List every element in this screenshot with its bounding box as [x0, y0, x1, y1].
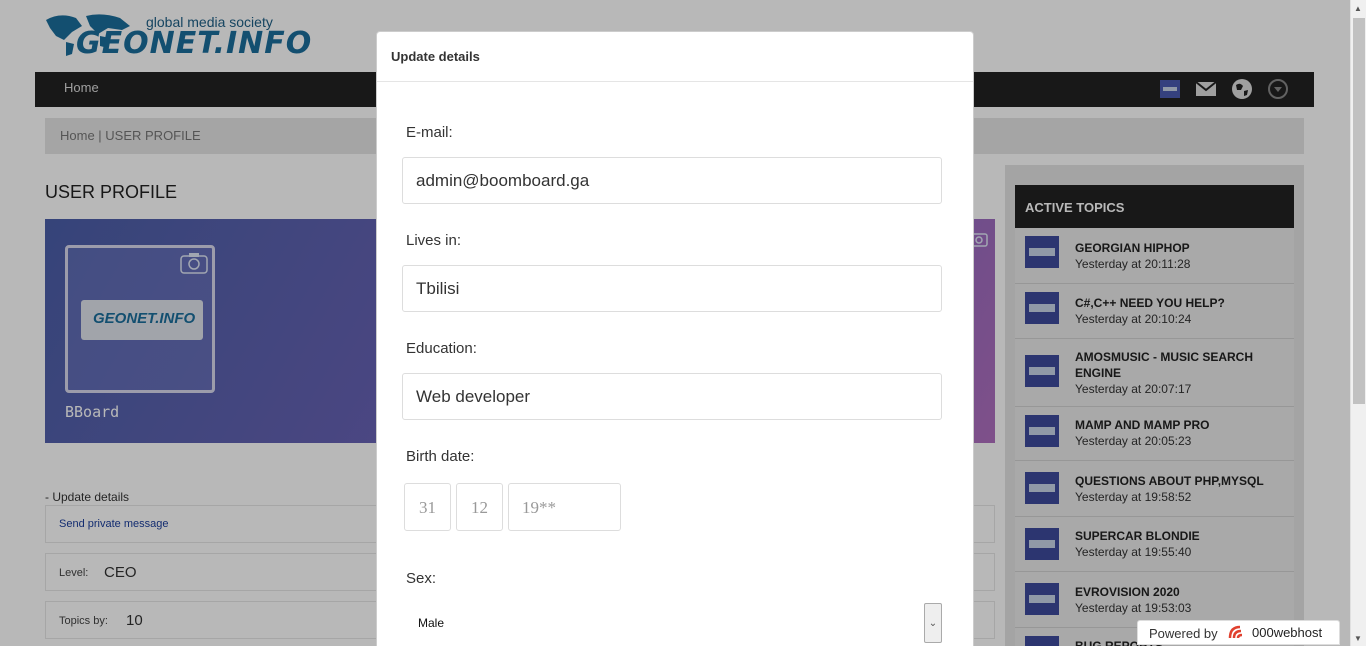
scroll-thumb[interactable] — [1353, 18, 1365, 404]
webhost-logo-icon — [1228, 625, 1243, 639]
update-details-modal: Update details E-mail: Lives in: Educati… — [376, 31, 974, 646]
lives-in-field[interactable] — [402, 265, 942, 312]
scroll-down-icon[interactable]: ▼ — [1354, 634, 1362, 643]
page-scrollbar[interactable]: ▲ ▼ — [1350, 0, 1366, 646]
scroll-up-icon[interactable]: ▲ — [1354, 4, 1362, 13]
sex-select[interactable]: Male ⌄ — [402, 602, 942, 644]
sex-label: Sex: — [406, 570, 437, 587]
education-field[interactable] — [402, 373, 942, 420]
chevron-down-icon[interactable]: ⌄ — [924, 603, 942, 643]
lives-in-label: Lives in: — [406, 232, 462, 249]
birth-year-field[interactable]: 19** — [508, 483, 621, 531]
birth-date-label: Birth date: — [406, 448, 475, 465]
birth-day-field[interactable]: 31 — [404, 483, 451, 531]
powered-by-badge[interactable]: Powered by 000webhost — [1137, 620, 1340, 645]
webhost-name: 000webhost — [1252, 625, 1323, 640]
education-label: Education: — [406, 340, 477, 357]
birth-month-field[interactable]: 12 — [456, 483, 503, 531]
email-label: E-mail: — [406, 124, 453, 141]
modal-header: Update details — [377, 32, 973, 82]
powered-by-label: Powered by — [1149, 626, 1218, 641]
email-field[interactable] — [402, 157, 942, 204]
modal-title: Update details — [391, 49, 480, 64]
sex-select-value: Male — [418, 616, 445, 630]
